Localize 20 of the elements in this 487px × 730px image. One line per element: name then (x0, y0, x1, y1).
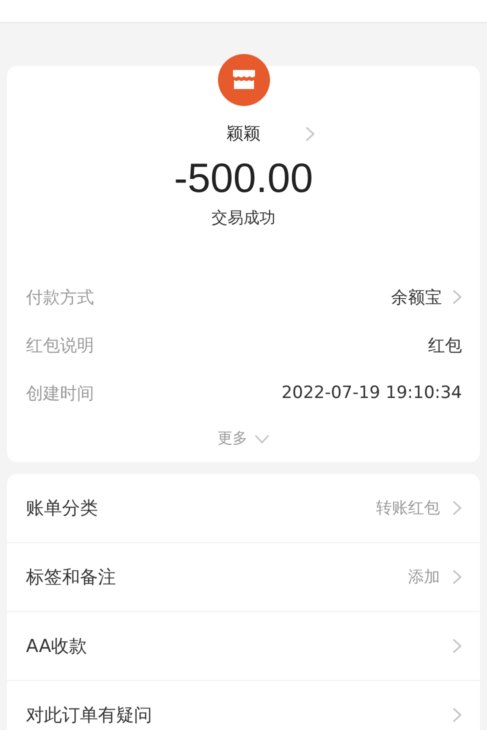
menu-row[interactable]: AA收款 (7, 612, 480, 681)
chevron-icon (452, 569, 462, 585)
chevron-icon (452, 638, 462, 654)
chevron-icon (452, 289, 462, 305)
detail-label: 付款方式 (26, 286, 95, 308)
chevron-icon (452, 500, 462, 516)
menu-row[interactable]: 标签和备注 添加 (7, 543, 480, 612)
status-text: 交易成功 (212, 208, 276, 229)
chevron-icon (304, 126, 314, 142)
menu-row[interactable]: 账单分类 转账红包 (7, 474, 480, 543)
payee-name[interactable]: 颖颖 (226, 122, 260, 145)
menu-row[interactable]: 对此订单有疑问 (7, 681, 480, 730)
detail-value: 红包 (428, 334, 462, 356)
chevron-icon (452, 707, 462, 723)
chevron-down-icon (254, 434, 270, 444)
amount: -500.00 (174, 154, 314, 202)
detail-label: 创建时间 (26, 382, 95, 404)
detail-label: 红包说明 (26, 334, 95, 356)
detail-value: 余额宝 (391, 286, 442, 308)
detail-value: 2022-07-19 19:10:34 (281, 383, 462, 403)
